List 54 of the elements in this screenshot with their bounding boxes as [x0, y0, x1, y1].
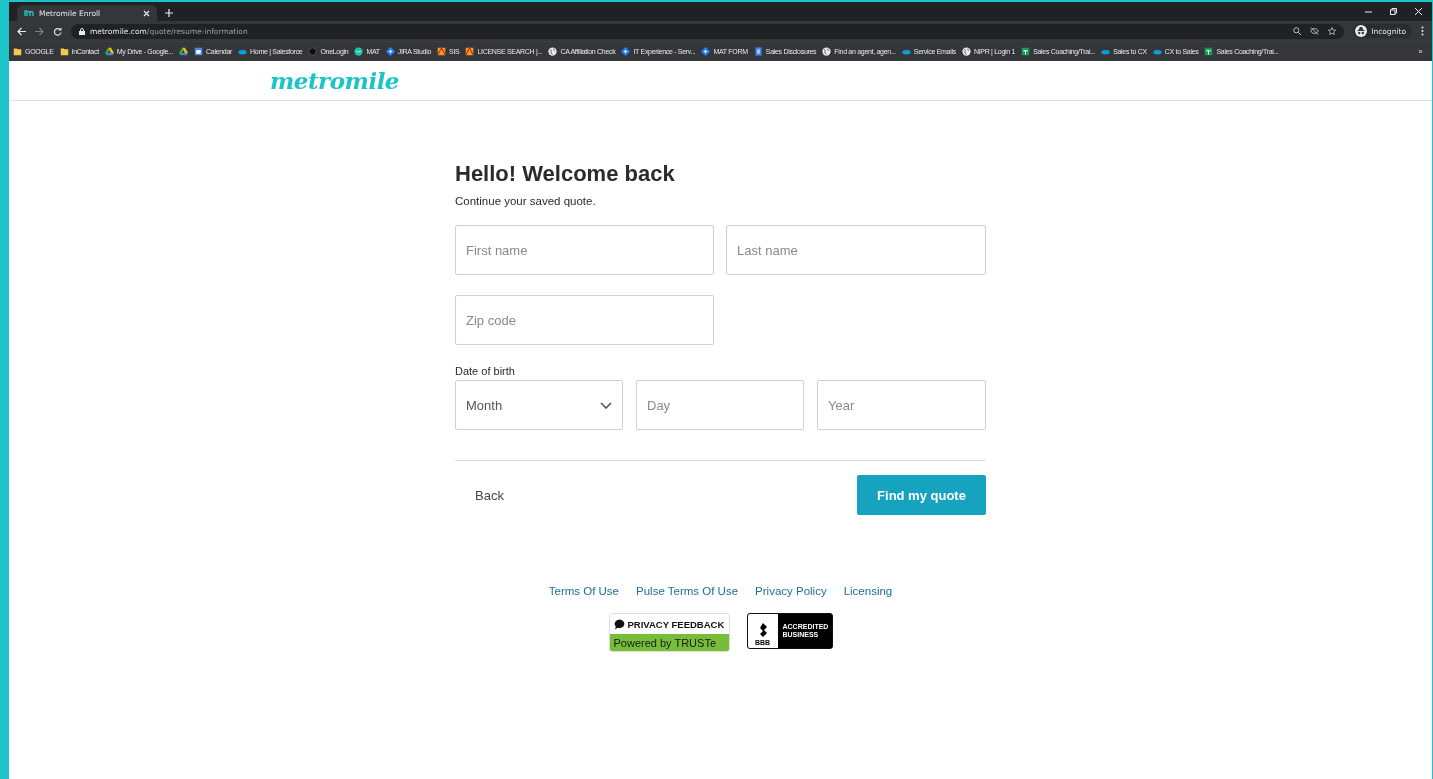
circle-icon — [354, 47, 364, 56]
diamond-icon — [621, 47, 631, 56]
globe-icon — [822, 47, 832, 56]
globe-icon — [548, 47, 558, 56]
forward-arrow-icon[interactable] — [35, 26, 44, 36]
speech-bubble-icon — [613, 618, 625, 630]
triangle-icon[interactable] — [179, 47, 189, 56]
chevron-down-icon — [600, 401, 612, 409]
cloud-icon — [238, 47, 248, 56]
footer-link[interactable]: Pulse Terms Of Use — [636, 585, 739, 597]
input-field[interactable]: Last name — [726, 225, 986, 275]
plus-icon[interactable] — [165, 9, 173, 17]
triangle-icon — [104, 47, 114, 56]
menu-icon[interactable] — [1421, 26, 1424, 36]
flag-icon — [465, 47, 475, 56]
lock-icon — [79, 27, 85, 35]
spreadsheet-icon — [1204, 47, 1214, 56]
logo-icon — [24, 8, 34, 18]
close-icon[interactable] — [143, 9, 150, 17]
subtitle: Continue your saved quote. — [455, 195, 597, 207]
input-field[interactable]: First name — [455, 225, 714, 275]
incognito-icon — [1355, 25, 1368, 37]
input-field[interactable]: Zip code — [455, 295, 714, 345]
back-button[interactable]: Back — [455, 477, 524, 513]
reload-icon[interactable] — [53, 26, 62, 36]
circle-icon — [308, 47, 318, 56]
restore-icon[interactable] — [1390, 8, 1397, 15]
star-icon[interactable] — [1328, 27, 1337, 35]
back-arrow-icon[interactable] — [17, 26, 26, 36]
input-field[interactable]: Day — [636, 380, 804, 430]
globe-icon — [961, 47, 971, 56]
footer-link[interactable]: Licensing — [843, 585, 893, 597]
minimize-icon[interactable] — [1365, 8, 1372, 15]
folder-icon — [13, 47, 22, 56]
privacy-badge[interactable]: PRIVACY FEEDBACK Powered by TRUSTe — [608, 613, 730, 652]
zoom-icon[interactable] — [1293, 27, 1302, 35]
spreadsheet-icon — [1021, 47, 1031, 56]
calendar-icon — [194, 47, 204, 56]
close-icon[interactable] — [1415, 8, 1422, 15]
month-select[interactable]: Month — [455, 380, 623, 430]
document-icon — [753, 47, 763, 56]
footer-link[interactable]: Privacy Policy — [755, 585, 827, 597]
cloud-icon — [1152, 47, 1162, 56]
page-title: Hello! Welcome back — [455, 161, 676, 187]
flag-icon — [437, 47, 447, 56]
cloud-icon — [1101, 47, 1111, 56]
input-field[interactable]: Year — [817, 380, 986, 430]
eye-slash-icon[interactable] — [1310, 27, 1320, 35]
cloud-icon — [901, 47, 911, 56]
footer-link[interactable]: Terms Of Use — [548, 585, 620, 597]
folder-icon — [59, 47, 69, 56]
diamond-icon — [701, 47, 711, 56]
diamond-icon — [385, 47, 395, 56]
field-label: Date of birth — [455, 365, 516, 377]
